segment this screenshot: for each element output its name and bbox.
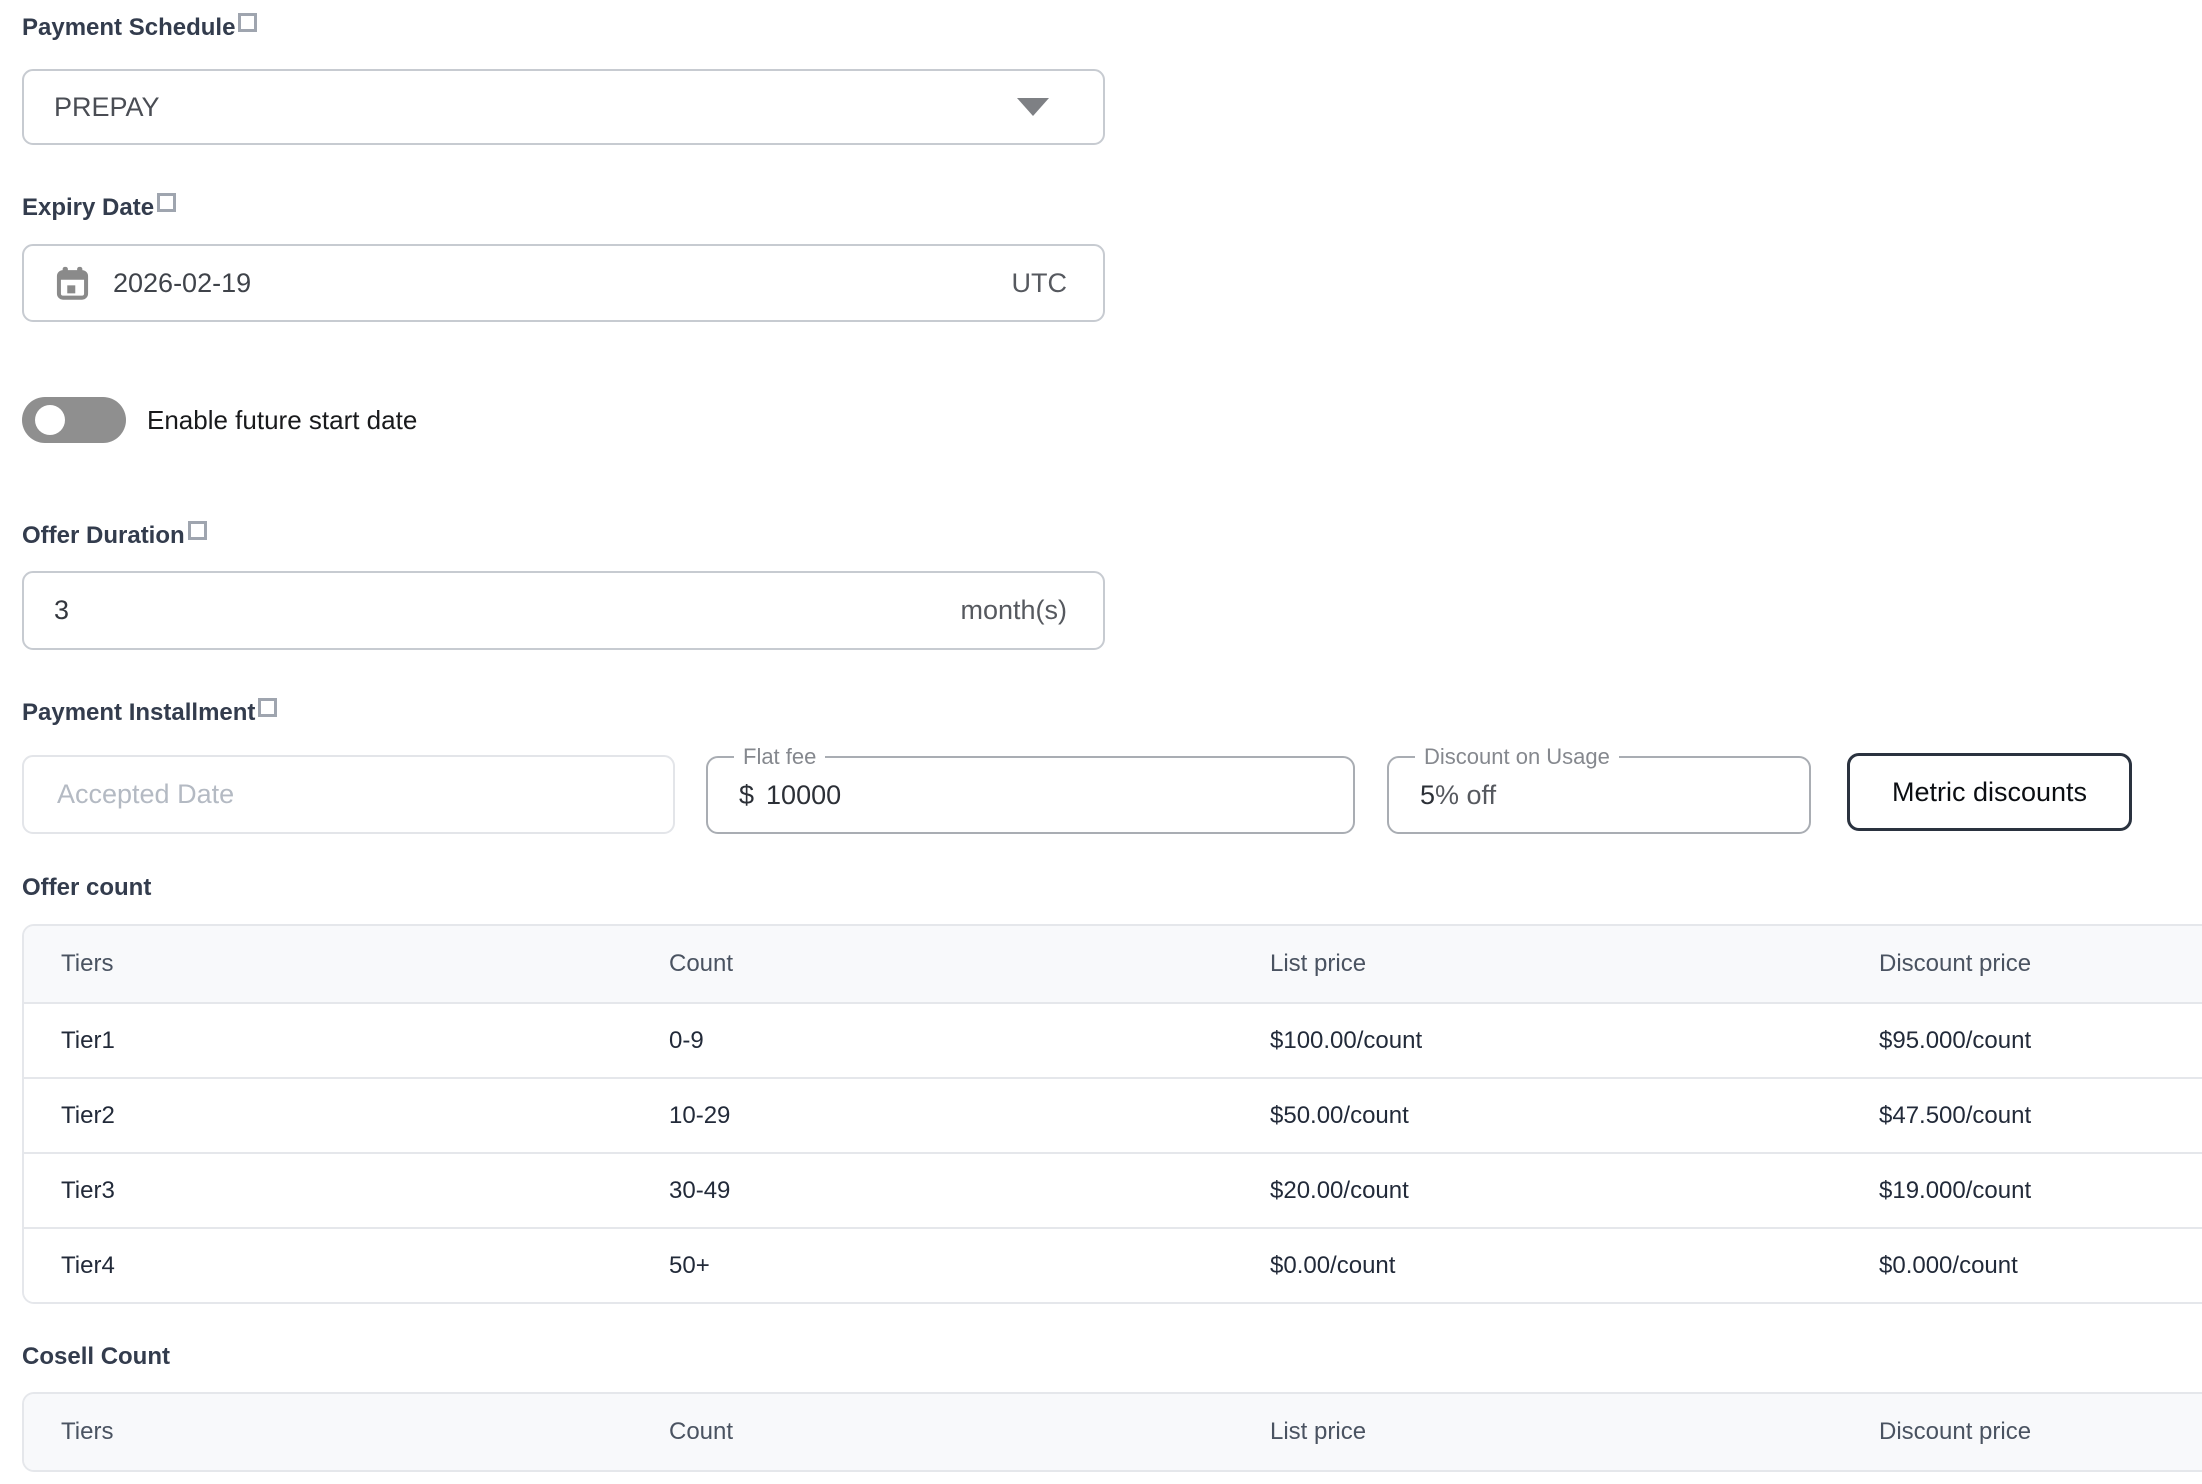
expiry-date-label-text: Expiry Date — [22, 194, 154, 222]
tier-cell: Tier3 — [24, 1152, 632, 1227]
checkbox-outline-icon — [258, 698, 277, 717]
checkbox-outline-icon — [188, 521, 207, 540]
discount-price-cell: $0.000/count — [1842, 1227, 2202, 1302]
flat-fee-value: 10000 — [766, 780, 841, 811]
col-list-price: List price — [1233, 1394, 1842, 1470]
discount-price-cell: $95.000/count — [1842, 1002, 2202, 1077]
col-discount-price: Discount price — [1842, 926, 2202, 1002]
table-row: Tier2 10-29 $50.00/count $47.500/count — [24, 1077, 2202, 1152]
metric-discounts-button[interactable]: Metric discounts — [1847, 753, 2132, 831]
list-price-cell: $50.00/count — [1233, 1077, 1842, 1152]
payment-installment-row: Accepted Date Flat fee $ 10000 Discount … — [22, 753, 2202, 834]
offer-count-title: Offer count — [22, 874, 2202, 902]
count-cell: 30-49 — [632, 1152, 1233, 1227]
table-header-row: Tiers Count List price Discount price — [24, 1394, 2202, 1470]
payment-schedule-label-text: Payment Schedule — [22, 14, 235, 42]
discount-on-usage-value: 5 — [1420, 780, 1435, 811]
payment-schedule-value: PREPAY — [54, 92, 160, 123]
duration-unit-label: month(s) — [960, 595, 1067, 626]
expiry-date-label: Expiry Date — [22, 194, 2202, 222]
offer-duration-label: Offer Duration — [22, 522, 2202, 550]
checkbox-outline-icon — [157, 193, 176, 212]
offer-count-table: Tiers Count List price Discount price Ti… — [22, 924, 2202, 1304]
list-price-cell: $0.00/count — [1233, 1227, 1842, 1302]
future-start-row: Enable future start date — [22, 397, 2202, 443]
payment-installment-label: Payment Installment — [22, 699, 2202, 727]
currency-prefix: $ — [739, 780, 754, 811]
tier-cell: Tier1 — [24, 1002, 632, 1077]
discount-on-usage-legend: Discount on Usage — [1415, 744, 1619, 770]
future-start-label: Enable future start date — [147, 405, 417, 436]
flat-fee-field[interactable]: Flat fee $ 10000 — [706, 756, 1355, 834]
list-price-cell: $100.00/count — [1233, 1002, 1842, 1077]
offer-form: Payment Schedule PREPAY Expiry Date 2026… — [0, 0, 2202, 1472]
expiry-date-value: 2026-02-19 — [113, 268, 251, 299]
checkbox-outline-icon — [238, 13, 257, 32]
discount-on-usage-field[interactable]: Discount on Usage 5 % off — [1387, 756, 1811, 834]
accepted-date-placeholder: Accepted Date — [57, 779, 234, 810]
col-count: Count — [632, 926, 1233, 1002]
payment-schedule-select[interactable]: PREPAY — [22, 69, 1105, 145]
calendar-icon — [54, 265, 91, 302]
expiry-date-input[interactable]: 2026-02-19 UTC — [22, 244, 1105, 322]
col-tiers: Tiers — [24, 926, 632, 1002]
accepted-date-input[interactable]: Accepted Date — [22, 755, 675, 834]
col-tiers: Tiers — [24, 1394, 632, 1470]
col-discount-price: Discount price — [1842, 1394, 2202, 1470]
flat-fee-legend: Flat fee — [734, 744, 825, 770]
cosell-count-table: Tiers Count List price Discount price — [22, 1392, 2202, 1472]
discount-price-cell: $47.500/count — [1842, 1077, 2202, 1152]
offer-duration-value: 3 — [54, 595, 69, 626]
discount-price-cell: $19.000/count — [1842, 1152, 2202, 1227]
cosell-count-title: Cosell Count — [22, 1343, 2202, 1371]
count-cell: 0-9 — [632, 1002, 1233, 1077]
future-start-toggle[interactable] — [22, 397, 126, 443]
toggle-knob — [35, 405, 65, 435]
payment-schedule-label: Payment Schedule — [22, 14, 2202, 42]
table-row: Tier3 30-49 $20.00/count $19.000/count — [24, 1152, 2202, 1227]
col-list-price: List price — [1233, 926, 1842, 1002]
table-row: Tier1 0-9 $100.00/count $95.000/count — [24, 1002, 2202, 1077]
table-row: Tier4 50+ $0.00/count $0.000/count — [24, 1227, 2202, 1302]
list-price-cell: $20.00/count — [1233, 1152, 1842, 1227]
tier-cell: Tier4 — [24, 1227, 632, 1302]
caret-down-icon — [1017, 98, 1049, 116]
count-cell: 50+ — [632, 1227, 1233, 1302]
timezone-label: UTC — [1012, 268, 1068, 299]
offer-duration-input[interactable]: 3 month(s) — [22, 571, 1105, 650]
payment-installment-label-text: Payment Installment — [22, 699, 255, 727]
col-count: Count — [632, 1394, 1233, 1470]
table-header-row: Tiers Count List price Discount price — [24, 926, 2202, 1002]
count-cell: 10-29 — [632, 1077, 1233, 1152]
tier-cell: Tier2 — [24, 1077, 632, 1152]
percent-off-label: % off — [1435, 780, 1496, 811]
offer-duration-label-text: Offer Duration — [22, 522, 185, 550]
